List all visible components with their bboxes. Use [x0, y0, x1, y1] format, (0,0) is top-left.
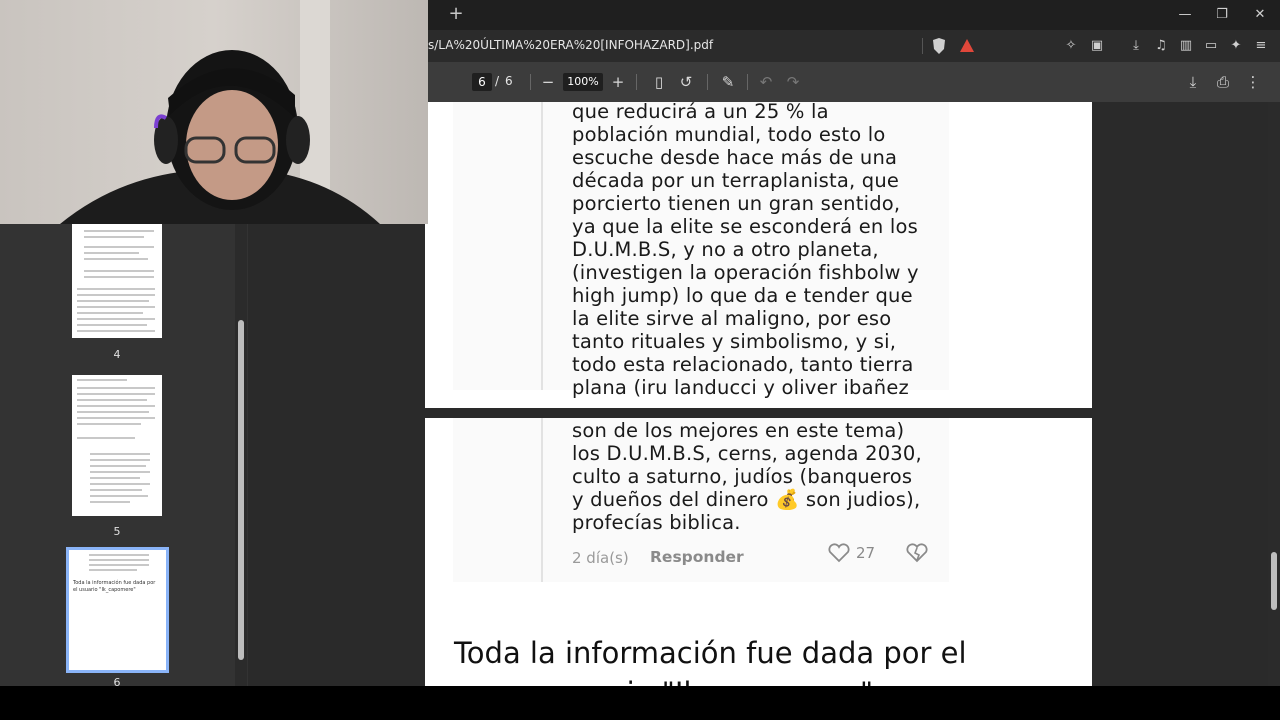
total-pages: 6 — [505, 74, 513, 88]
thumbnail-label-5: 5 — [113, 525, 121, 538]
pdf-page-5: que reducirá a un 25 % la población mund… — [425, 102, 1092, 408]
comment-line: profecías biblica. — [572, 511, 741, 534]
undo-icon[interactable]: ↶ — [757, 73, 775, 91]
menu-icon[interactable]: ≡ — [1252, 37, 1270, 55]
toolbar-divider — [707, 74, 708, 90]
brave-rewards-icon[interactable] — [957, 36, 977, 56]
comment-thread-line — [541, 418, 543, 582]
webcam-overlay — [0, 0, 428, 224]
extensions-icon[interactable]: ✧ — [1062, 37, 1080, 55]
toolbar-divider — [530, 74, 531, 90]
comment-line: (investigen la operación fishbolw y — [572, 261, 919, 284]
viewer-scrollbar[interactable] — [1268, 102, 1280, 686]
heart-icon[interactable] — [827, 543, 851, 563]
page-number-input[interactable]: 6 — [472, 73, 492, 91]
comment-timestamp: 2 día(s) — [572, 549, 629, 567]
comment-line: high jump) lo que da e tender que — [572, 284, 913, 307]
webcam-person-image — [0, 0, 428, 224]
close-window-button[interactable]: ✕ — [1245, 4, 1275, 26]
zoom-level-input[interactable]: 100% — [563, 73, 603, 91]
comment-line: ya que la elite se esconderá en los — [572, 215, 918, 238]
leo-ai-icon[interactable]: ✦ — [1227, 37, 1245, 55]
comment-line: tanto rituales y simbolismo, y si, — [572, 330, 897, 353]
thumbnail-page-5[interactable] — [72, 375, 162, 516]
annotate-icon[interactable]: ✎ — [719, 73, 737, 91]
reply-button[interactable]: Responder — [650, 548, 744, 566]
download-icon[interactable]: ⤓ — [1184, 73, 1202, 91]
rotate-icon[interactable]: ↺ — [677, 73, 695, 91]
thumbnail-page-6[interactable]: Toda la información fue dada por el usua… — [66, 547, 169, 673]
thumbnail-label-4: 4 — [113, 348, 121, 361]
viewer-scrollbar-thumb[interactable] — [1271, 552, 1277, 610]
url-field[interactable]: s/LA%20ÚLTIMA%20ERA%20[INFOHAZARD].pdf — [428, 38, 713, 52]
comment-line: todo esta relacionado, tanto tierra — [572, 353, 914, 376]
reader-mode-icon[interactable]: ▣ — [1088, 37, 1106, 55]
toolbar-divider — [747, 74, 748, 90]
comment-line: la elite sirve al maligno, por eso — [572, 307, 892, 330]
like-count: 27 — [856, 544, 876, 562]
print-icon[interactable]: ⎙ — [1214, 73, 1232, 91]
comment-line: culto a saturno, judíos (banqueros — [572, 465, 913, 488]
sidebar-scrollbar[interactable] — [235, 224, 247, 688]
more-options-icon[interactable]: ⋮ — [1244, 73, 1262, 91]
redo-icon[interactable]: ↷ — [784, 73, 802, 91]
sidebar-toggle-icon[interactable]: ▥ — [1177, 37, 1195, 55]
minimize-button[interactable]: — — [1170, 4, 1200, 26]
bottom-bar — [0, 686, 1280, 720]
comment-line: que reducirá a un 25 % la — [572, 102, 829, 123]
thumbnail-text: Toda la información fue dada por el usua… — [73, 580, 156, 593]
brave-shield-icon[interactable] — [929, 36, 949, 56]
comment-line: plana (iru landucci y oliver ibañez — [572, 376, 909, 399]
downloads-icon[interactable]: ⤓ — [1127, 37, 1145, 55]
fit-page-icon[interactable]: ▯ — [650, 73, 668, 91]
restore-button[interactable]: ❐ — [1207, 4, 1237, 26]
zoom-out-button[interactable]: − — [539, 73, 557, 91]
screen: { "browser": { "new_tab_label": "+", "ur… — [0, 0, 1280, 720]
pdf-page-6: son de los mejores en este tema) los D.U… — [425, 418, 1092, 686]
comment-line: son de los mejores en este tema) — [572, 419, 905, 442]
page-6-heading-continued: usuario "Ik_capomere" — [545, 676, 873, 686]
toolbar-divider — [636, 74, 637, 90]
comment-line: y dueños del dinero 💰 son judios), — [572, 488, 921, 511]
page-6-heading: Toda la información fue dada por el — [454, 636, 967, 670]
comment-line: porcierto tienen un gran sentido, — [572, 192, 901, 215]
page-separator: / — [495, 74, 500, 88]
sidebar-scrollbar-thumb[interactable] — [238, 320, 244, 660]
zoom-in-button[interactable]: + — [609, 73, 627, 91]
comment-line: los D.U.M.B.S, cerns, agenda 2030, — [572, 442, 922, 465]
comment-line: década por un terraplanista, que — [572, 169, 900, 192]
media-icon[interactable]: ♫ — [1152, 37, 1170, 55]
comment-line: escuche desde hace más de una — [572, 146, 898, 169]
wallet-icon[interactable]: ▭ — [1202, 37, 1220, 55]
comment-thread-line — [541, 102, 543, 390]
address-divider — [922, 38, 923, 54]
comment-line: población mundial, todo esto lo — [572, 123, 886, 146]
new-tab-button[interactable]: + — [446, 4, 466, 24]
comment-line: D.U.M.B.S, y no a otro planeta, — [572, 238, 879, 261]
broken-heart-icon[interactable] — [905, 543, 929, 563]
thumbnail-page-4[interactable] — [72, 224, 162, 338]
